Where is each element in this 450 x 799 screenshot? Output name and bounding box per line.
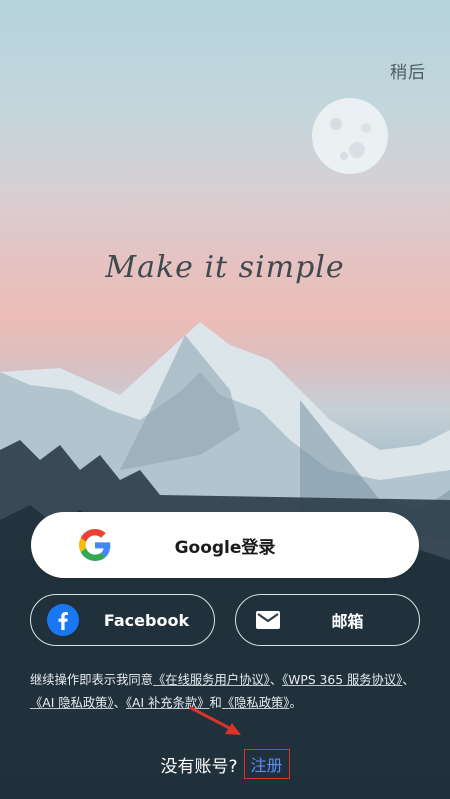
- facebook-login-label: Facebook: [103, 610, 190, 630]
- google-logo-icon: [79, 529, 111, 561]
- agreement-prefix: 继续操作即表示我同意: [30, 673, 153, 687]
- user-agreement-link[interactable]: 《在线服务用户协议》: [153, 673, 270, 687]
- google-login-button[interactable]: Google登录: [31, 512, 419, 578]
- facebook-logo-icon: [47, 604, 79, 636]
- app-tagline: Make it simple: [105, 250, 345, 285]
- register-link[interactable]: 注册: [243, 749, 290, 779]
- ai-privacy-policy-link[interactable]: 《AI 隐私政策》: [30, 696, 114, 710]
- agreement-separator: 、: [402, 673, 415, 687]
- wps365-service-agreement-link[interactable]: 《WPS 365 服务协议》: [282, 673, 402, 687]
- google-login-label: Google登录: [174, 537, 276, 558]
- signup-row: 没有账号? 注册: [0, 749, 450, 779]
- no-account-text: 没有账号?: [160, 756, 238, 777]
- red-arrow-annotation: [189, 706, 241, 735]
- facebook-login-button[interactable]: Facebook: [30, 594, 215, 646]
- moon-illustration: [312, 98, 388, 174]
- agreement-separator: 、: [113, 696, 126, 710]
- later-button[interactable]: 稍后: [390, 58, 426, 83]
- agreement-separator: 、: [269, 673, 283, 687]
- email-login-button[interactable]: 邮箱: [235, 594, 420, 646]
- email-login-label: 邮箱: [331, 612, 364, 631]
- agreement-suffix: 。: [289, 696, 302, 710]
